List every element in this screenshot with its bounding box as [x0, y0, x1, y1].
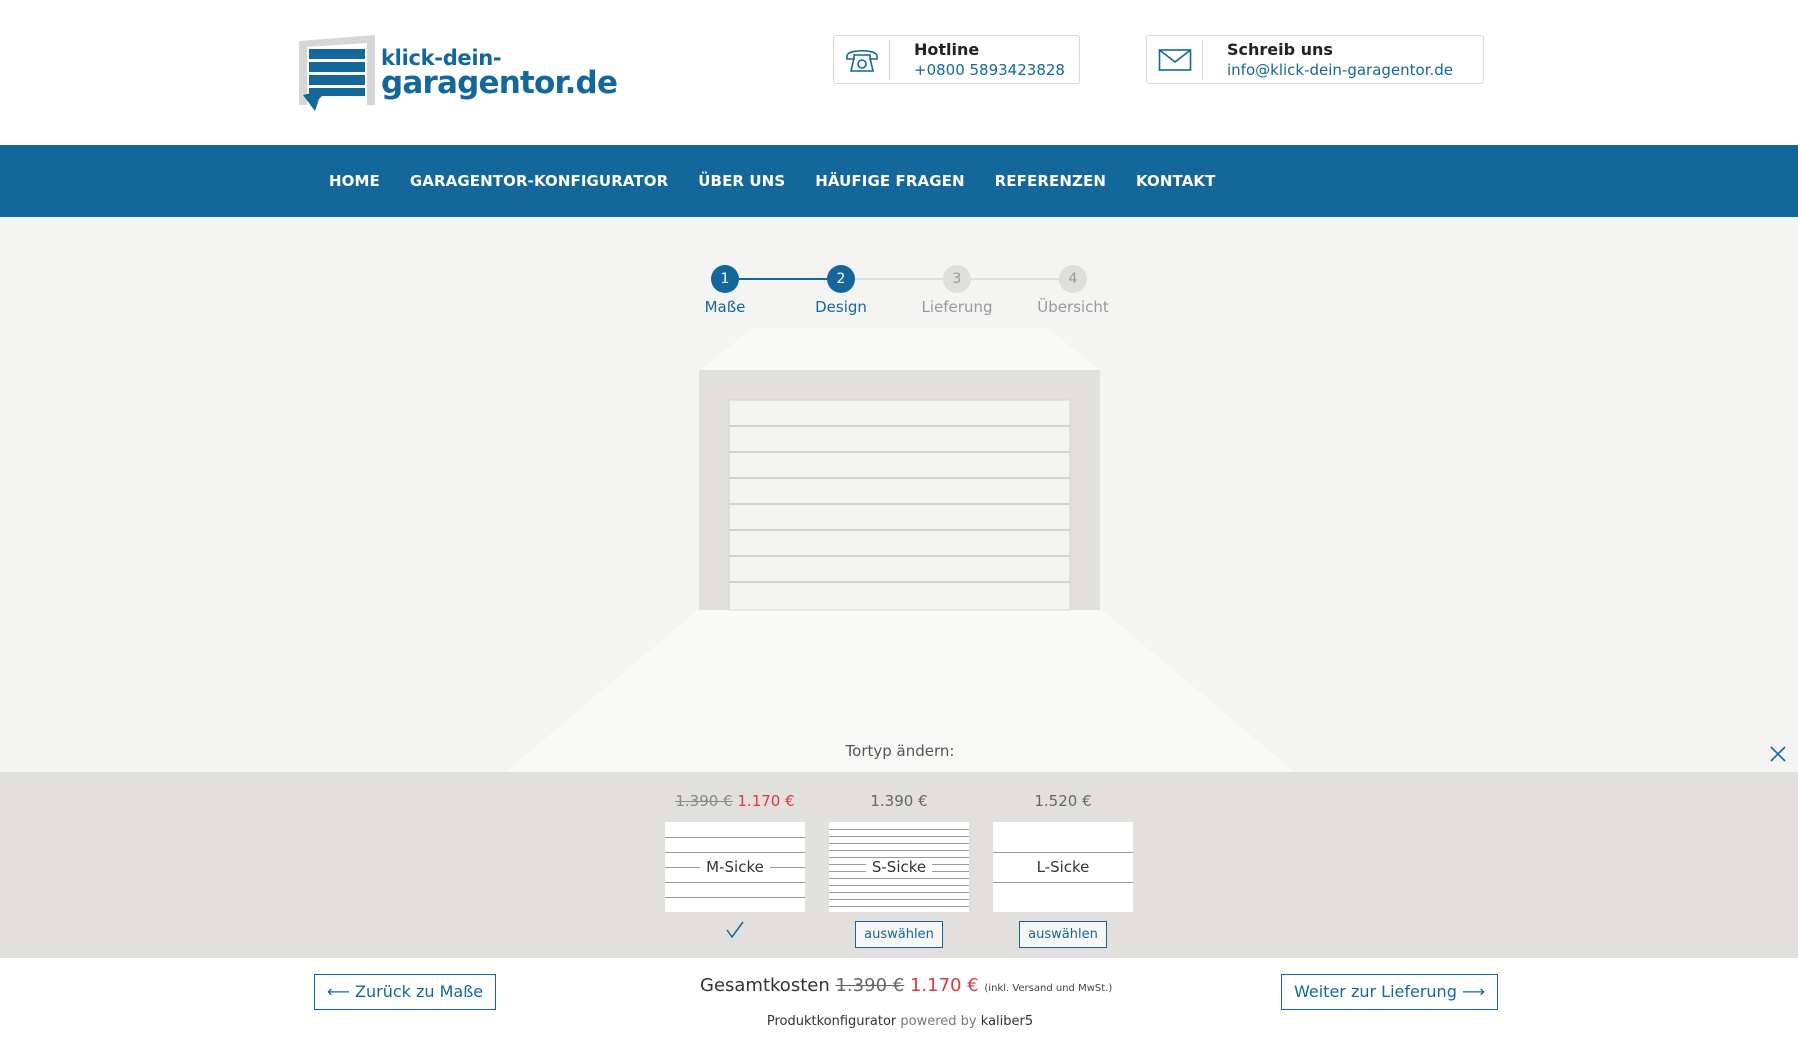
step-number: 4 — [1059, 265, 1087, 293]
option-tile-s-sicke[interactable]: S-Sicke — [829, 822, 969, 912]
option-name: S-Sicke — [865, 858, 933, 876]
mail-box[interactable]: Schreib uns info@klick-dein-garagentor.d… — [1146, 35, 1484, 84]
option-tile-l-sicke[interactable]: L-Sicke — [993, 822, 1133, 912]
step-number: 1 — [711, 265, 739, 293]
logo-text-bottom: garagentor.de — [381, 65, 618, 101]
total-cost: Gesamtkosten 1.390 € 1.170 € (inkl. Vers… — [700, 975, 1112, 996]
mail-label: Schreib uns — [1227, 40, 1333, 59]
select-button[interactable]: auswählen — [1019, 921, 1107, 948]
step-label: Maße — [704, 298, 746, 316]
option-price: 1.520 € — [1034, 792, 1092, 810]
option-price: 1.390 € — [870, 792, 928, 810]
nav-item-ueber-uns[interactable]: ÜBER UNS — [698, 172, 785, 190]
select-button[interactable]: auswählen — [855, 921, 943, 948]
tortyp-label: Tortyp ändern: — [845, 742, 955, 760]
step-number: 3 — [943, 265, 971, 293]
site-header: klick-dein- garagentor.de Hotline +0800 … — [0, 0, 1798, 145]
door-type-panel: 1.390 € 1.170 € M-Sicke 1.390 € S-Sicke … — [0, 772, 1798, 958]
site-logo[interactable]: klick-dein- garagentor.de — [297, 33, 618, 113]
powered-by: Produktkonfigurator powered by kaliber5 — [700, 1014, 1100, 1029]
powered-product: Produktkonfigurator — [766, 1014, 897, 1029]
option-m-sicke: 1.390 € 1.170 € M-Sicke — [665, 792, 805, 949]
powered-text: powered by — [900, 1014, 977, 1029]
envelope-icon — [1147, 40, 1203, 80]
total-note: (inkl. Versand und MwSt.) — [984, 983, 1113, 994]
step-design[interactable]: 2 Design — [791, 265, 891, 316]
step-masse[interactable]: 1 Maße — [675, 265, 775, 316]
phone-icon — [834, 40, 890, 80]
hotline-number[interactable]: +0800 5893423828 — [914, 61, 1065, 79]
back-button[interactable]: ⟵ Zurück zu Maße — [314, 974, 497, 1010]
option-tile-m-sicke[interactable]: M-Sicke — [665, 822, 805, 912]
option-price: 1.390 € 1.170 € — [665, 792, 805, 814]
progress-stepper: 1 Maße 2 Design 3 Lieferung 4 Übersicht — [680, 262, 1130, 322]
nav-item-kontakt[interactable]: KONTAKT — [1136, 172, 1216, 190]
garage-logo-icon — [299, 35, 375, 111]
step-label: Design — [815, 298, 867, 316]
nav-item-home[interactable]: HOME — [329, 172, 380, 190]
garage-preview — [504, 328, 1296, 773]
option-s-sicke: 1.390 € S-Sicke auswählen — [829, 792, 969, 949]
nav-item-faq[interactable]: HÄUFIGE FRAGEN — [815, 172, 964, 190]
close-icon[interactable] — [1768, 744, 1788, 764]
nav-item-referenzen[interactable]: REFERENZEN — [995, 172, 1106, 190]
step-label: Lieferung — [921, 298, 993, 316]
hotline-label: Hotline — [914, 40, 980, 59]
checkmark-icon — [726, 921, 744, 939]
mail-address[interactable]: info@klick-dein-garagentor.de — [1227, 61, 1453, 79]
nav-item-konfigurator[interactable]: GARAGENTOR-KONFIGURATOR — [410, 172, 668, 190]
main-nav: HOME GARAGENTOR-KONFIGURATOR ÜBER UNS HÄ… — [0, 145, 1798, 217]
powered-brand[interactable]: kaliber5 — [981, 1014, 1033, 1029]
price-new: 1.170 € — [737, 792, 795, 810]
next-button[interactable]: Weiter zur Lieferung ⟶ — [1281, 974, 1498, 1010]
hotline-box[interactable]: Hotline +0800 5893423828 — [833, 35, 1080, 84]
total-new-price: 1.170 € — [909, 975, 979, 996]
option-name: L-Sicke — [1030, 858, 1096, 876]
price-old: 1.390 € — [675, 792, 733, 810]
option-name: M-Sicke — [700, 858, 770, 876]
step-number: 2 — [827, 265, 855, 293]
step-label: Übersicht — [1037, 298, 1109, 316]
step-uebersicht: 4 Übersicht — [1023, 265, 1123, 316]
total-label: Gesamtkosten — [700, 975, 830, 996]
configurator-footer: ⟵ Zurück zu Maße Gesamtkosten 1.390 € 1.… — [0, 958, 1798, 1050]
option-l-sicke: 1.520 € L-Sicke auswählen — [993, 792, 1133, 949]
total-old-price: 1.390 € — [835, 975, 905, 996]
step-lieferung: 3 Lieferung — [907, 265, 1007, 316]
